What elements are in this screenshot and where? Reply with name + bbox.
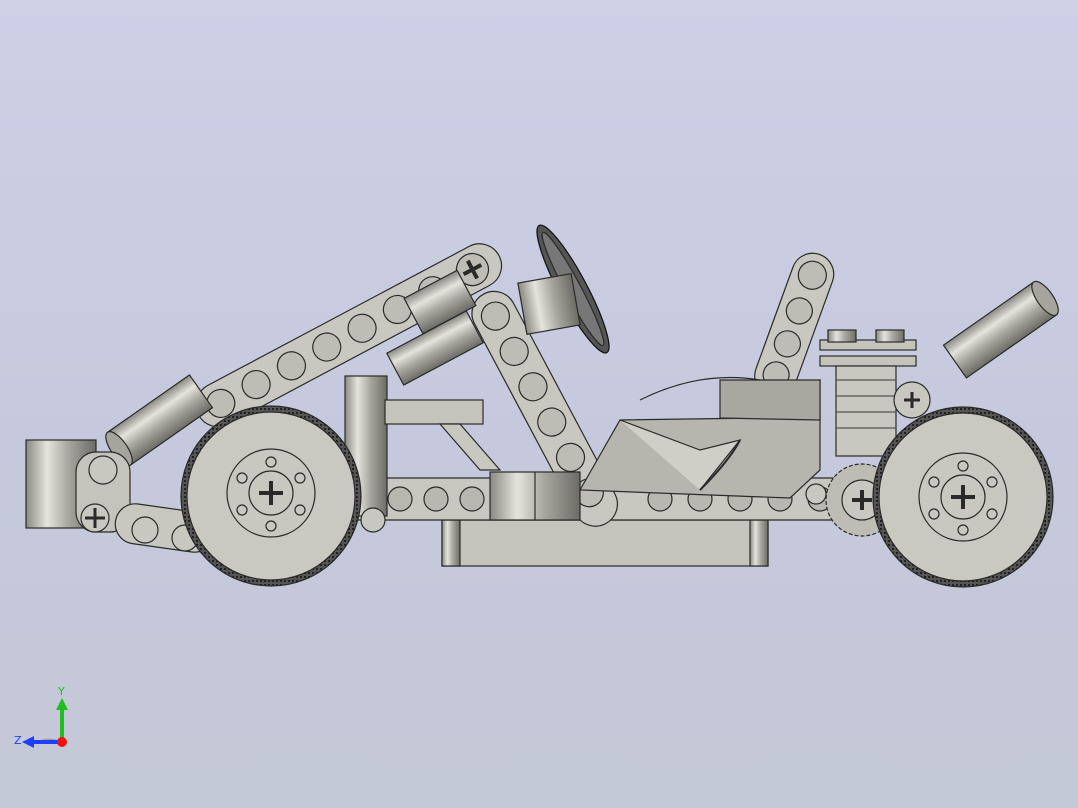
z-axis-label: Z [14, 734, 22, 747]
base-plate [441, 519, 769, 567]
front-exhaust [942, 280, 1059, 379]
seat-body [578, 376, 821, 499]
orientation-triad: Y Z [14, 685, 68, 748]
rear-wheel [180, 405, 362, 587]
center-blocks [489, 471, 581, 521]
y-axis-label: Y [57, 685, 65, 698]
kart-model[interactable] [0, 0, 1078, 808]
x-axis-icon [57, 737, 67, 747]
3d-viewport[interactable]: Y Z [0, 0, 1078, 808]
front-wheel [872, 406, 1054, 588]
steering-wheel [517, 224, 610, 354]
